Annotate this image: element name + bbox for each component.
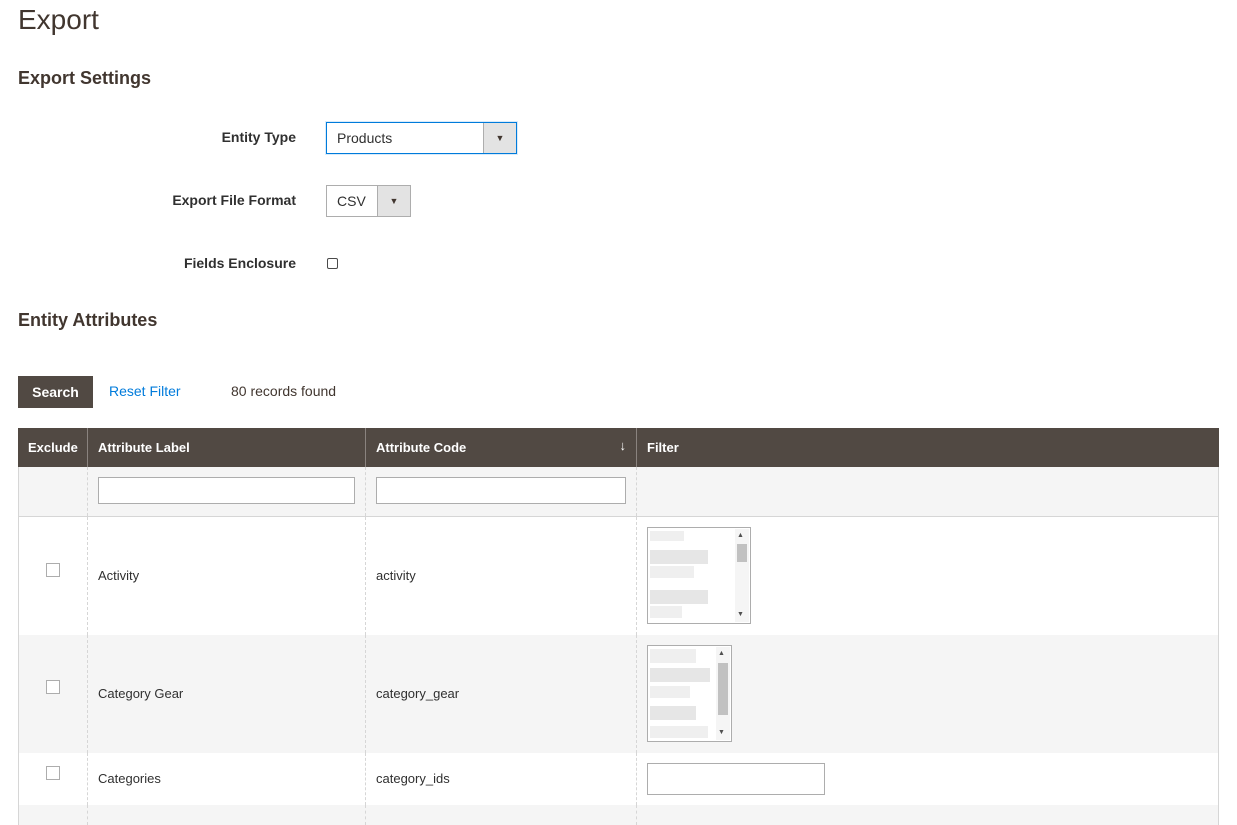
export-file-format-value: CSV (337, 193, 366, 209)
activity-filter-multiselect[interactable]: ▲ ▼ (647, 527, 751, 624)
attribute-code-filter-input[interactable] (376, 477, 626, 504)
attribute-label: Categories (98, 771, 161, 786)
attribute-label: Activity (98, 568, 140, 583)
export-file-format-label: Export File Format (172, 192, 296, 208)
exclude-cell (19, 635, 88, 753)
triangle-down-icon: ▼ (377, 186, 410, 216)
attribute-label-cell: Categories (88, 753, 366, 805)
attribute-code: activity (376, 568, 416, 583)
exclude-cell (19, 517, 88, 635)
exclude-checkbox[interactable] (46, 766, 60, 780)
table-row: Categories category_ids (18, 753, 1219, 805)
exclude-checkbox[interactable] (46, 563, 60, 577)
fields-enclosure-label: Fields Enclosure (183, 255, 296, 271)
reset-filter-link[interactable]: Reset Filter (109, 383, 181, 399)
blurred-option (650, 550, 708, 564)
blurred-option (650, 566, 694, 578)
scroll-up-icon[interactable]: ▲ (737, 532, 744, 540)
filter-cell-exclude (19, 467, 88, 516)
scroll-down-icon[interactable]: ▼ (737, 611, 744, 619)
blurred-option (650, 668, 710, 682)
table-row: Activity activity ▲ ▼ (18, 517, 1219, 635)
filter-cell (637, 753, 1218, 805)
column-header-attribute-code-label: Attribute Code (376, 440, 467, 455)
fields-enclosure-checkbox[interactable] (327, 258, 338, 269)
blurred-option (650, 606, 682, 618)
scrollbar-thumb[interactable] (718, 663, 728, 715)
column-header-attribute-code[interactable]: Attribute Code ↓ (366, 428, 637, 467)
grid-filter-row (18, 467, 1219, 517)
table-row (18, 805, 1219, 825)
attribute-label-cell (88, 805, 366, 825)
blurred-option (650, 531, 684, 541)
scrollbar-thumb[interactable] (737, 544, 747, 562)
blurred-option (650, 686, 690, 698)
exclude-cell (19, 753, 88, 805)
blurred-option (650, 706, 696, 720)
attribute-label: Category Gear (98, 686, 184, 701)
filter-cell-code (366, 467, 637, 516)
category-gear-filter-multiselect[interactable]: ▲ ▼ (647, 645, 732, 742)
attribute-code: category_ids (376, 771, 450, 786)
categories-filter-input[interactable] (647, 763, 825, 795)
triangle-down-icon: ▼ (483, 123, 516, 153)
filter-cell-label (88, 467, 366, 516)
filter-cell (637, 805, 1218, 825)
attribute-code-cell: category_gear (366, 635, 637, 753)
arrow-down-icon: ↓ (619, 438, 627, 453)
scrollbar[interactable]: ▲ ▼ (735, 529, 749, 622)
entity-type-select[interactable]: Products ▼ (326, 122, 517, 154)
attribute-label-cell: Category Gear (88, 635, 366, 753)
filter-cell-filter (637, 467, 1218, 516)
blurred-option (650, 726, 708, 738)
blurred-option (650, 590, 708, 604)
attribute-code-cell (366, 805, 637, 825)
grid-header: Exclude Attribute Label Attribute Code ↓… (18, 428, 1219, 467)
entity-type-label: Entity Type (221, 129, 296, 145)
attribute-label-filter-input[interactable] (98, 477, 355, 504)
export-settings-heading: Export Settings (18, 68, 152, 88)
entity-type-value: Products (337, 130, 393, 146)
attributes-grid: Exclude Attribute Label Attribute Code ↓… (18, 428, 1219, 825)
column-header-exclude[interactable]: Exclude (18, 428, 88, 467)
search-button[interactable]: Search (18, 376, 93, 408)
records-count: 80 records found (231, 383, 337, 399)
attribute-code-cell: activity (366, 517, 637, 635)
attribute-code-cell: category_ids (366, 753, 637, 805)
table-row: Category Gear category_gear ▲ ▼ (18, 635, 1219, 753)
column-header-filter[interactable]: Filter (637, 428, 1219, 467)
attribute-label-cell: Activity (88, 517, 366, 635)
filter-cell: ▲ ▼ (637, 635, 1218, 753)
scroll-down-icon[interactable]: ▼ (718, 729, 725, 737)
attribute-code: category_gear (376, 686, 460, 701)
exclude-cell (19, 805, 88, 825)
blurred-option (650, 649, 696, 663)
column-header-attribute-label[interactable]: Attribute Label (88, 428, 366, 467)
export-file-format-select[interactable]: CSV ▼ (326, 185, 411, 217)
scrollbar[interactable]: ▲ ▼ (716, 647, 730, 740)
exclude-checkbox[interactable] (46, 680, 60, 694)
scroll-up-icon[interactable]: ▲ (718, 650, 725, 658)
page-title: Export (18, 4, 99, 35)
filter-cell: ▲ ▼ (637, 517, 1218, 635)
entity-attributes-heading: Entity Attributes (18, 310, 158, 330)
